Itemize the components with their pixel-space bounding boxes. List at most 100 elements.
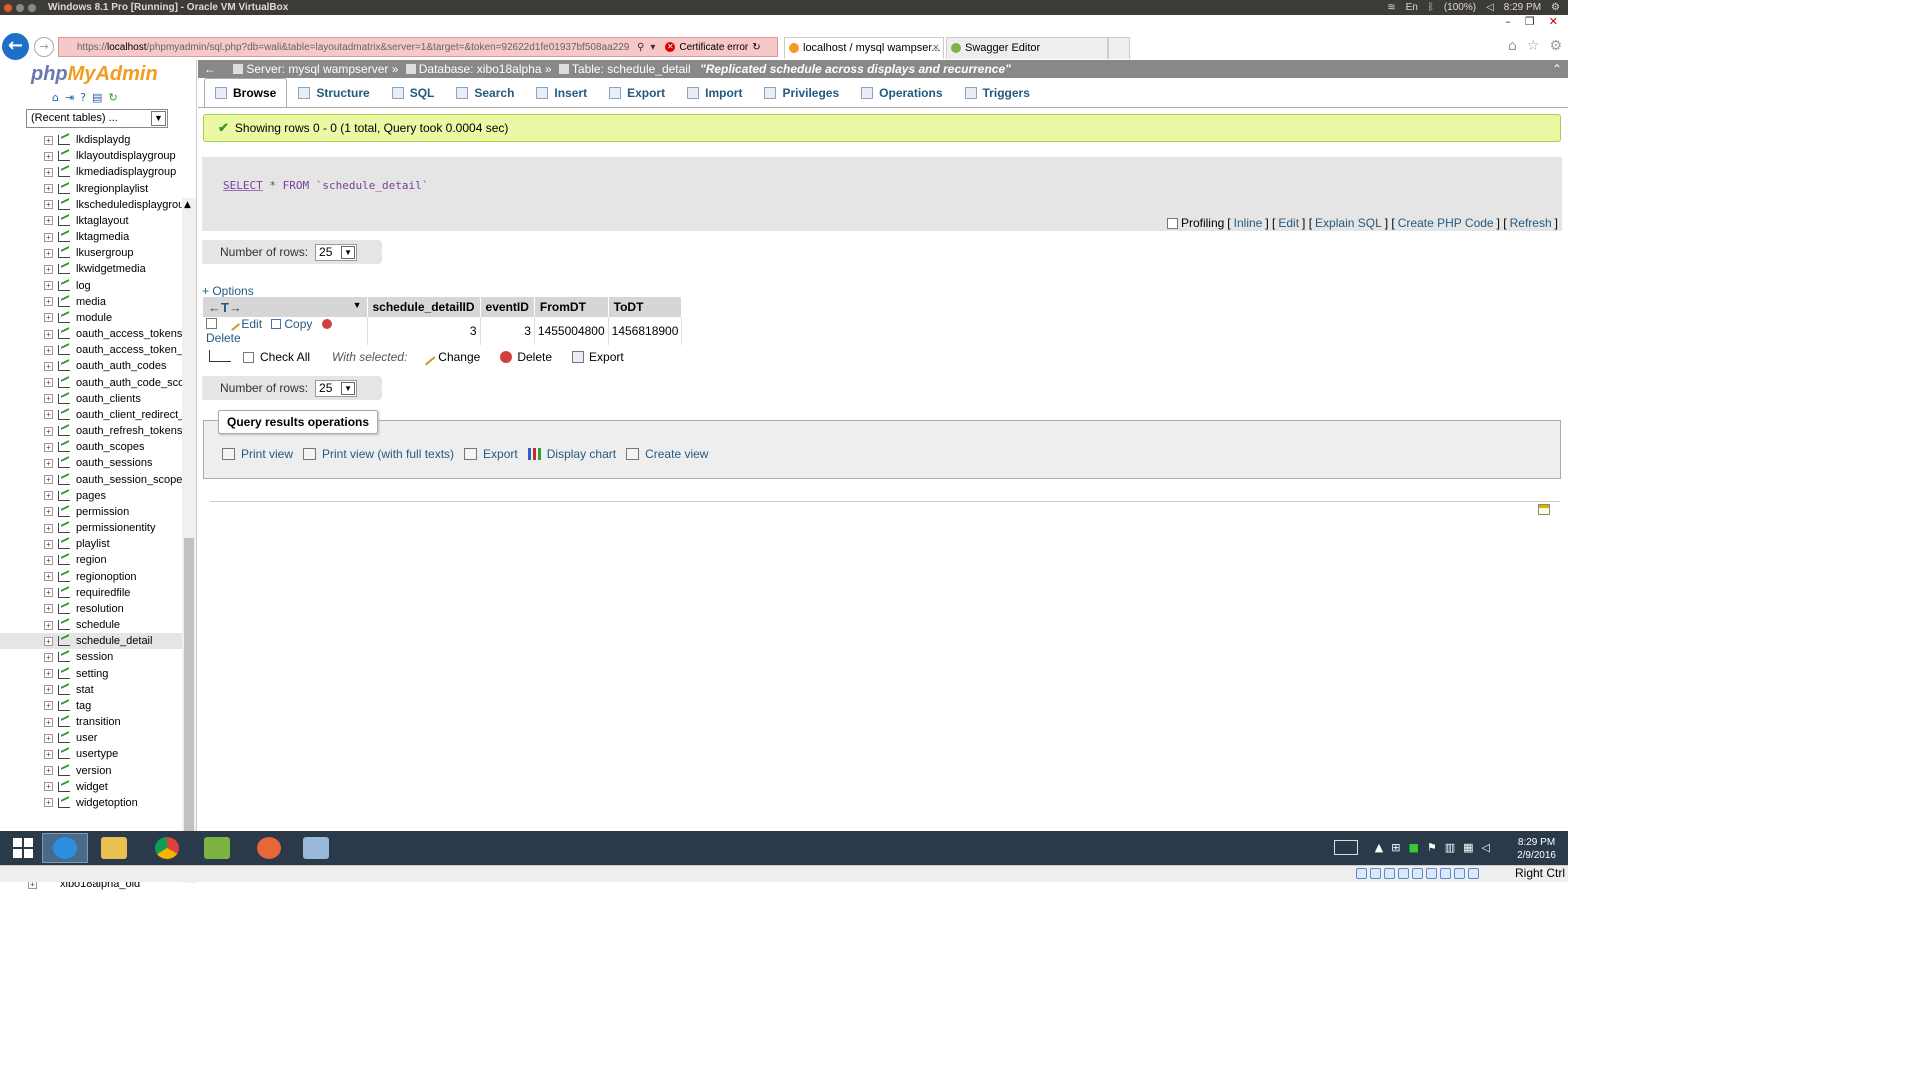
tab-structure[interactable]: Structure [287, 78, 380, 107]
cell-from-dt[interactable]: 1455004800 [534, 317, 609, 345]
expand-icon[interactable]: + [44, 216, 53, 226]
table-browse-icon[interactable] [58, 620, 70, 631]
tree-table-name[interactable]: resolution [76, 603, 124, 615]
taskbar-app-green[interactable] [194, 833, 240, 863]
table-browse-icon[interactable] [58, 199, 70, 210]
tree-table-name[interactable]: widgetoption [76, 797, 138, 809]
keyboard-icon[interactable] [1334, 840, 1358, 855]
tree-table-item[interactable]: + media [0, 294, 182, 310]
tree-table-item[interactable]: + oauth_session_scopes [0, 472, 182, 488]
table-browse-icon[interactable] [58, 636, 70, 647]
table-browse-icon[interactable] [58, 733, 70, 744]
expand-icon[interactable]: + [44, 394, 53, 404]
minimize-icon[interactable]: – [1505, 15, 1511, 32]
tree-table-name[interactable]: playlist [76, 538, 110, 550]
expand-icon[interactable]: + [44, 701, 53, 711]
expand-icon[interactable]: + [44, 248, 53, 258]
tree-table-name[interactable]: lktagmedia [76, 231, 129, 243]
create-php-code-link[interactable]: Create PHP Code [1398, 216, 1494, 230]
taskbar-explorer[interactable] [91, 833, 137, 863]
breadcrumb-database[interactable]: Database: xibo18alpha [419, 62, 542, 76]
table-browse-icon[interactable] [58, 183, 70, 194]
dropdown-icon[interactable]: ▾ [650, 42, 655, 53]
tree-table-name[interactable]: lkscheduledisplaygrou [76, 199, 182, 211]
table-browse-icon[interactable] [58, 587, 70, 598]
breadcrumb-server[interactable]: Server: mysql wampserver [246, 62, 388, 76]
tree-table-item[interactable]: + oauth_auth_codes [0, 358, 182, 374]
tab-browse[interactable]: Browse [204, 78, 288, 107]
table-browse-icon[interactable] [58, 749, 70, 760]
tree-table-name[interactable]: version [76, 765, 111, 777]
table-browse-icon[interactable] [58, 717, 70, 728]
row-checkbox[interactable] [206, 318, 217, 329]
expand-icon[interactable]: + [44, 329, 53, 339]
table-browse-icon[interactable] [58, 474, 70, 485]
expand-icon[interactable]: + [44, 685, 53, 695]
export-results-link[interactable]: Export [464, 447, 518, 461]
tree-table-name[interactable]: lkregionplaylist [76, 183, 148, 195]
expand-icon[interactable]: + [44, 539, 53, 549]
expand-icon[interactable]: + [44, 426, 53, 436]
table-browse-icon[interactable] [58, 652, 70, 663]
mouse-integration-icon[interactable] [1468, 868, 1479, 879]
nav-scrollbar[interactable]: ▲ ▼ [182, 198, 196, 883]
hdd-icon[interactable] [1356, 868, 1367, 879]
table-browse-icon[interactable] [58, 151, 70, 162]
expand-icon[interactable]: + [44, 378, 53, 388]
tree-table-name[interactable]: tag [76, 700, 91, 712]
collapse-nav-icon[interactable]: ← [204, 62, 216, 76]
table-browse-icon[interactable] [58, 361, 70, 372]
tree-table-item[interactable]: + lkwidgetmedia [0, 261, 182, 277]
tree-table-name[interactable]: lkmediadisplaygroup [76, 166, 176, 178]
tree-table-item[interactable]: + lktagmedia [0, 229, 182, 245]
tree-table-name[interactable]: log [76, 280, 91, 292]
table-browse-icon[interactable] [58, 377, 70, 388]
expand-icon[interactable]: + [44, 733, 53, 743]
tree-table-item[interactable]: + schedule [0, 617, 182, 633]
table-browse-icon[interactable] [58, 684, 70, 695]
table-browse-icon[interactable] [58, 296, 70, 307]
tree-table-item[interactable]: + oauth_auth_code_sco [0, 375, 182, 391]
tree-table-name[interactable]: usertype [76, 748, 118, 760]
optical-drive-icon[interactable] [1370, 868, 1381, 879]
export-selected-button[interactable]: Export [572, 350, 624, 364]
expand-icon[interactable]: + [44, 313, 53, 323]
tree-table-name[interactable]: requiredfile [76, 587, 130, 599]
shared-folder-icon[interactable] [1398, 868, 1409, 879]
tree-table-name[interactable]: oauth_clients [76, 393, 141, 405]
tree-table-item[interactable]: + user [0, 730, 182, 746]
table-browse-icon[interactable] [58, 312, 70, 323]
expand-icon[interactable]: + [44, 620, 53, 630]
rows-per-page-select[interactable]: 25 ▼ [315, 243, 358, 261]
certificate-error[interactable]: ✕ Certificate error ↻ [665, 42, 761, 53]
table-browse-icon[interactable] [58, 248, 70, 259]
tree-table-item[interactable]: + version [0, 763, 182, 779]
table-browse-icon[interactable] [58, 280, 70, 291]
tree-table-name[interactable]: lklayoutdisplaygroup [76, 150, 176, 162]
check-all-checkbox[interactable] [243, 351, 254, 363]
tree-table-item[interactable]: + setting [0, 666, 182, 682]
table-browse-icon[interactable] [58, 135, 70, 145]
expand-icon[interactable]: + [44, 604, 53, 614]
network-adapter-icon[interactable] [1440, 868, 1451, 879]
tree-table-item[interactable]: + lkregionplaylist [0, 181, 182, 197]
expand-icon[interactable]: + [44, 782, 53, 792]
expand-icon[interactable]: + [44, 410, 53, 420]
tree-table-name[interactable]: setting [76, 668, 108, 680]
options-link[interactable]: + Options [202, 284, 254, 298]
table-browse-icon[interactable] [58, 426, 70, 437]
tree-table-name[interactable]: oauth_access_tokens [76, 328, 182, 340]
expand-icon[interactable]: + [44, 475, 53, 485]
tab-insert[interactable]: Insert [525, 78, 598, 107]
expand-icon[interactable]: + [44, 232, 53, 242]
video-capture-icon[interactable] [1426, 868, 1437, 879]
breadcrumb-table[interactable]: Table: schedule_detail [572, 62, 691, 76]
tree-table-name[interactable]: user [76, 732, 97, 744]
expand-icon[interactable]: + [44, 749, 53, 759]
tree-table-item[interactable]: + pages [0, 488, 182, 504]
bluetooth-icon[interactable]: ᛒ [1428, 2, 1434, 13]
tree-table-name[interactable]: permissionentity [76, 522, 155, 534]
copy-row-button[interactable]: Copy [271, 317, 312, 331]
table-browse-icon[interactable] [58, 523, 70, 534]
tree-table-name[interactable]: lkusergroup [76, 247, 133, 259]
